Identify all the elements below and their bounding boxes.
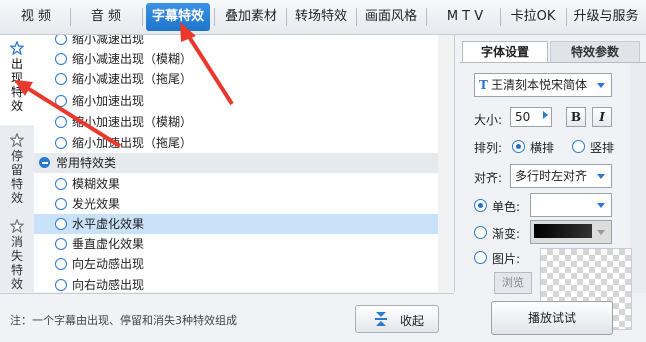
annotation-arrow-head	[180, 22, 196, 42]
annotation-arrows	[14, 22, 234, 148]
annotation-arrow-line	[184, 30, 234, 106]
annotation-arrow-line	[22, 84, 122, 148]
